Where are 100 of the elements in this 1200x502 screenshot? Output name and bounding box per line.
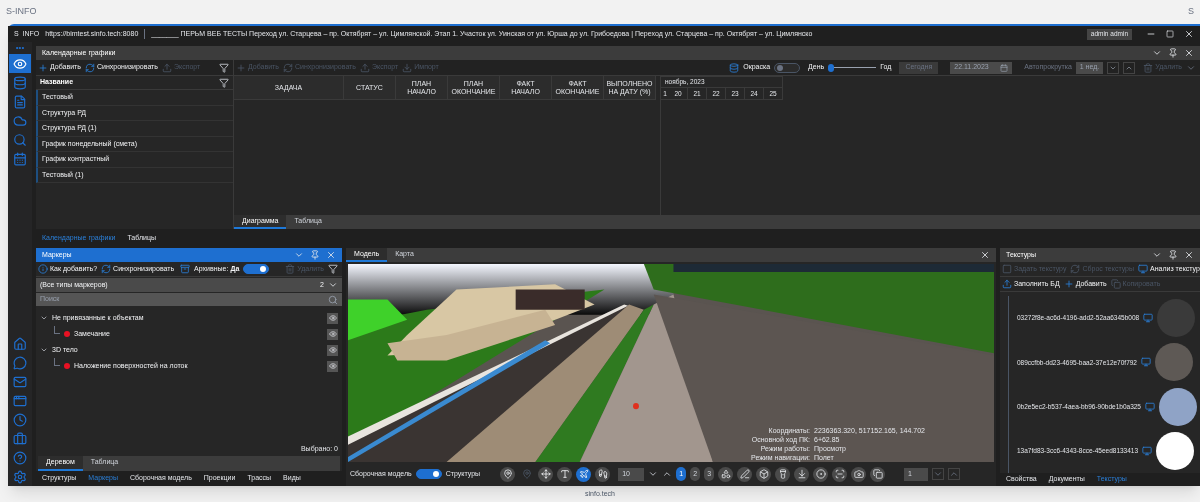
collapse-button[interactable] bbox=[1152, 250, 1162, 260]
sidebar-icon bbox=[13, 94, 27, 109]
nav-mode-button[interactable] bbox=[557, 466, 573, 482]
sidebar-icon bbox=[13, 431, 27, 446]
down-button[interactable] bbox=[648, 469, 659, 479]
toolbar-icon bbox=[402, 62, 413, 73]
nav-mode-button[interactable] bbox=[576, 466, 592, 482]
toolbar-icon bbox=[1002, 279, 1012, 289]
toolbar-icon bbox=[1138, 264, 1149, 274]
tool-button[interactable] bbox=[832, 466, 848, 482]
trash-icon bbox=[1143, 62, 1154, 73]
scale-slider[interactable] bbox=[828, 63, 877, 72]
toolbar-icon bbox=[38, 62, 48, 73]
toggle-switch[interactable] bbox=[415, 469, 442, 479]
sidebar-icon bbox=[13, 113, 27, 128]
monitor-icon bbox=[1142, 445, 1153, 456]
page-title: S-INFO bbox=[6, 5, 37, 19]
close-icon bbox=[326, 250, 336, 260]
tool-button[interactable] bbox=[737, 466, 753, 482]
close-icon bbox=[1184, 48, 1194, 58]
tool-button[interactable] bbox=[851, 466, 867, 482]
filter-icon bbox=[219, 62, 229, 73]
trash-icon bbox=[285, 264, 296, 274]
tool-icon bbox=[720, 469, 731, 479]
sidebar-icon bbox=[13, 355, 27, 370]
toolbar-icon bbox=[282, 62, 293, 73]
nav-mode-button[interactable] bbox=[538, 466, 554, 482]
tool-button[interactable] bbox=[870, 466, 886, 482]
maximize-button[interactable] bbox=[1166, 30, 1174, 38]
nav-icon bbox=[540, 469, 551, 479]
down-button[interactable] bbox=[1107, 61, 1120, 74]
tool-icon bbox=[815, 469, 826, 479]
tool-button[interactable] bbox=[775, 466, 791, 482]
chevron-down-icon bbox=[40, 314, 48, 322]
chevron-down-icon bbox=[40, 346, 48, 354]
toolbar-icon bbox=[161, 62, 172, 73]
calendar-icon bbox=[1000, 63, 1009, 72]
monitor-icon bbox=[1141, 357, 1151, 368]
up-button[interactable] bbox=[662, 469, 673, 479]
up-button[interactable] bbox=[1123, 61, 1136, 74]
eye-icon bbox=[328, 330, 337, 338]
pin-icon bbox=[502, 469, 513, 479]
pin-button[interactable] bbox=[1168, 250, 1178, 260]
close-button[interactable] bbox=[1184, 250, 1194, 260]
expand-toggle[interactable] bbox=[40, 314, 48, 322]
nav-mode-button[interactable] bbox=[595, 466, 611, 482]
chevron-up-icon bbox=[949, 469, 959, 479]
visibility-button[interactable] bbox=[327, 344, 338, 356]
chevron-icon bbox=[1152, 250, 1162, 260]
chevron-down-icon bbox=[648, 469, 659, 479]
expand-toggle[interactable] bbox=[40, 346, 48, 354]
toggle-switch[interactable] bbox=[774, 62, 801, 73]
close-icon bbox=[980, 250, 990, 260]
tool-button[interactable] bbox=[718, 466, 734, 482]
visibility-button[interactable] bbox=[327, 360, 338, 372]
chevron-icon bbox=[1152, 48, 1162, 58]
close-icon bbox=[1184, 29, 1194, 39]
sidebar-icon bbox=[13, 151, 27, 166]
visibility-button[interactable] bbox=[327, 328, 338, 340]
close-button[interactable] bbox=[1184, 29, 1194, 39]
sidebar-icon bbox=[13, 393, 27, 408]
sidebar-icon bbox=[13, 450, 27, 465]
toolbar-icon bbox=[1002, 264, 1012, 274]
visibility-button[interactable] bbox=[327, 312, 338, 324]
tool-button[interactable] bbox=[794, 466, 810, 482]
tool-button[interactable] bbox=[756, 466, 772, 482]
sidebar-icon bbox=[13, 469, 27, 484]
search-icon bbox=[328, 294, 338, 305]
close-icon bbox=[1184, 250, 1194, 260]
toolbar-icon bbox=[236, 62, 246, 73]
tool-icon bbox=[872, 469, 883, 479]
sidebar-icon bbox=[13, 412, 27, 427]
tool-icon bbox=[796, 469, 807, 479]
chevron-icon bbox=[328, 280, 338, 290]
sidebar-icon bbox=[13, 132, 27, 147]
page-corner-label: S bbox=[1188, 5, 1194, 19]
close-button[interactable] bbox=[1184, 48, 1194, 58]
pin-button[interactable] bbox=[500, 466, 516, 482]
pin-button[interactable] bbox=[1168, 48, 1178, 58]
maximize-icon bbox=[1166, 30, 1174, 38]
tool-icon bbox=[853, 469, 864, 479]
slider-thumb[interactable] bbox=[827, 63, 834, 72]
sidebar-icon bbox=[13, 374, 27, 389]
pin-icon bbox=[310, 250, 320, 260]
toggle-switch[interactable] bbox=[243, 264, 270, 274]
chevron-up-icon bbox=[662, 469, 673, 479]
nav-icon bbox=[559, 469, 570, 479]
filter-icon bbox=[219, 77, 229, 88]
pin-icon bbox=[521, 469, 532, 479]
sidebar-icon bbox=[13, 75, 27, 90]
eye-icon bbox=[328, 346, 337, 354]
toolbar-icon bbox=[84, 62, 95, 73]
toolbar-icon bbox=[101, 264, 112, 274]
toolbar-icon bbox=[1063, 279, 1074, 289]
collapse-button[interactable] bbox=[1152, 48, 1162, 58]
tool-icon bbox=[777, 469, 788, 479]
tool-button[interactable] bbox=[813, 466, 829, 482]
tool-icon bbox=[758, 469, 769, 479]
sidebar-button[interactable] bbox=[9, 54, 31, 73]
eye-icon bbox=[328, 362, 337, 370]
